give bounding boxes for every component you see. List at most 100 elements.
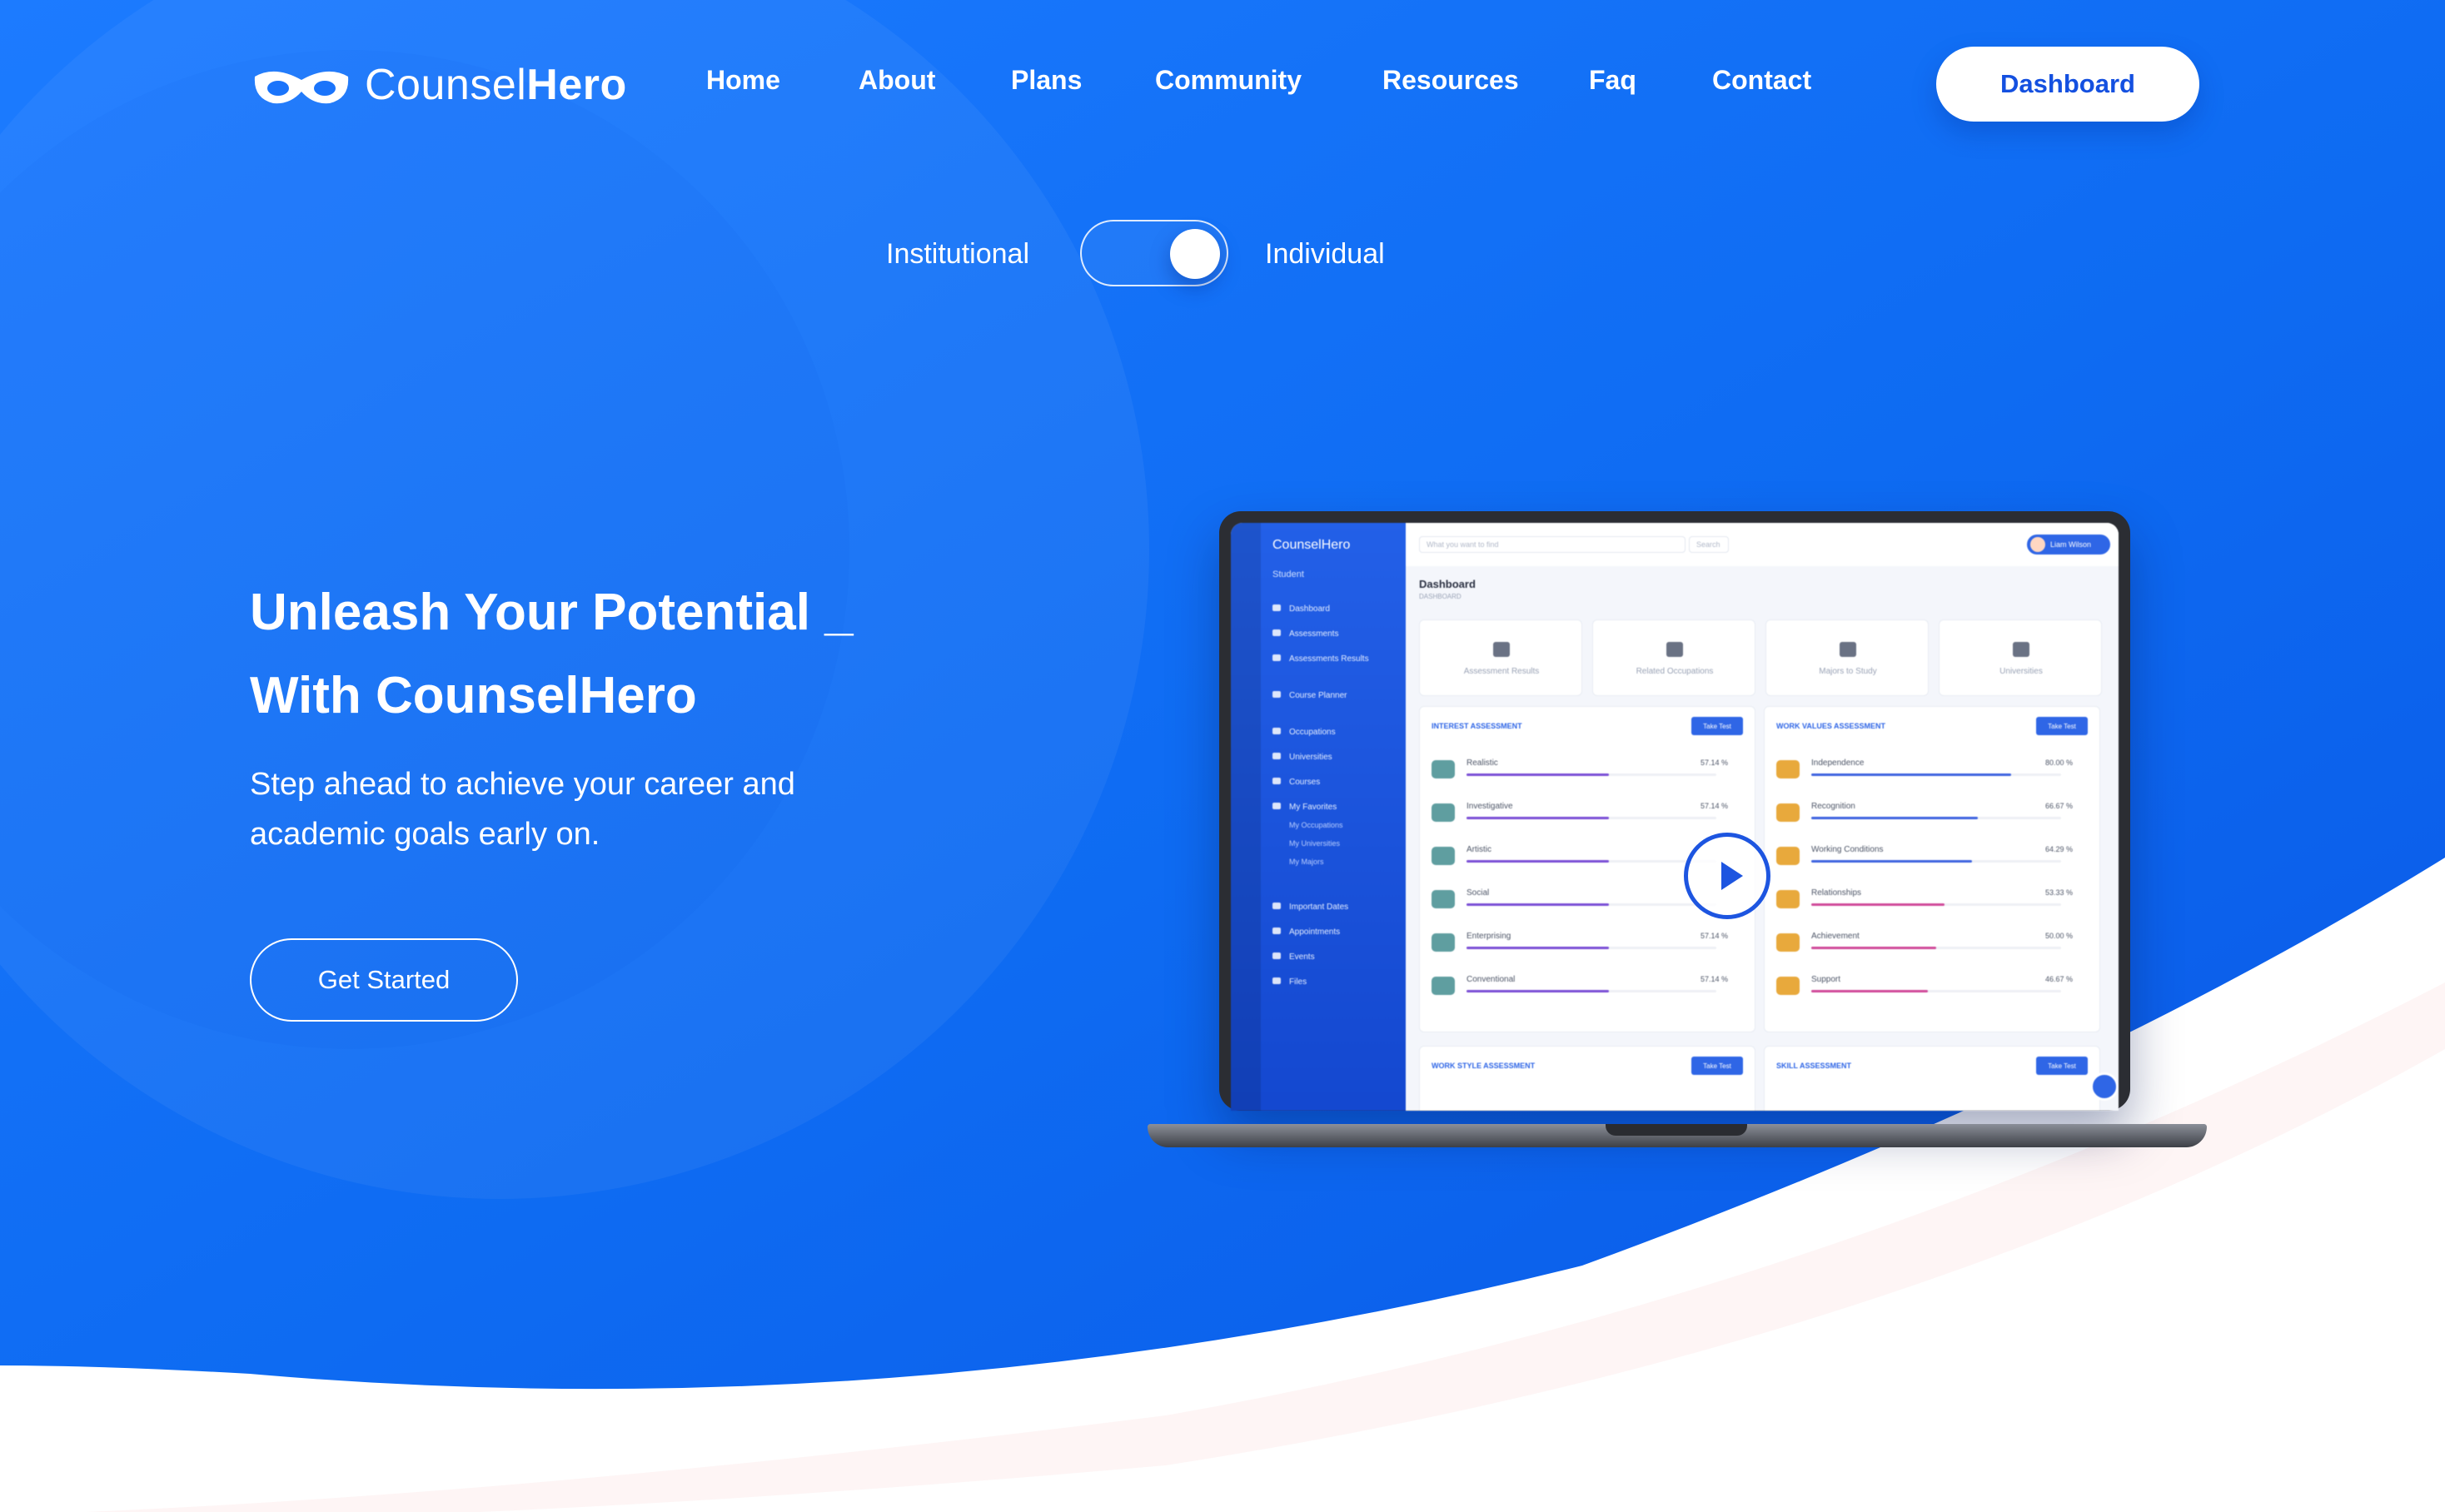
trait-progress-fill bbox=[1467, 947, 1609, 949]
take-test-button: Take Test bbox=[2036, 1057, 2088, 1075]
panel-title: WORK VALUES ASSESSMENT bbox=[1776, 722, 1886, 730]
preview-search-button: Search bbox=[1689, 536, 1729, 553]
preview-side-subitem: My Majors bbox=[1289, 858, 1324, 866]
assessment-row: Conventional 57.14 % bbox=[1432, 975, 1745, 1000]
assessment-row: Investigative 57.14 % bbox=[1432, 802, 1745, 827]
play-video-button[interactable] bbox=[1684, 833, 1770, 919]
toggle-label-individual[interactable]: Individual bbox=[1265, 238, 1385, 271]
trait-value: 66.67 % bbox=[2044, 802, 2073, 810]
assessment-row: Achievement 50.00 % bbox=[1776, 932, 2089, 957]
trait-progress-track bbox=[1467, 817, 1716, 819]
preview-role: Student bbox=[1272, 569, 1304, 579]
trait-name: Achievement bbox=[1811, 932, 1860, 941]
dashboard-button[interactable]: Dashboard bbox=[1936, 47, 2199, 122]
take-test-button: Take Test bbox=[1691, 1057, 1743, 1075]
trait-progress-fill bbox=[1467, 990, 1609, 992]
trait-value: 46.67 % bbox=[2044, 975, 2073, 983]
preview-side-item: Occupations bbox=[1272, 728, 1336, 737]
hero-title-line-1: Unleash Your Potential _ bbox=[250, 584, 854, 641]
stat-label: Universities bbox=[1999, 667, 2043, 676]
preview-side-item: Assessments bbox=[1272, 629, 1338, 639]
panel-title: INTEREST ASSESSMENT bbox=[1432, 722, 1522, 730]
trait-icon bbox=[1432, 890, 1455, 908]
briefcase-icon bbox=[1666, 642, 1683, 657]
laptop-notch bbox=[1606, 1124, 1747, 1136]
assessment-row: Relationships 53.33 % bbox=[1776, 888, 2089, 913]
trait-name: Investigative bbox=[1467, 802, 1513, 811]
trait-progress-track bbox=[1467, 947, 1716, 949]
toggle-label-institutional[interactable]: Institutional bbox=[886, 238, 1029, 271]
trait-progress-track bbox=[1811, 903, 2061, 906]
preview-stat-card: Universities bbox=[1939, 619, 2102, 696]
trait-progress-fill bbox=[1811, 817, 1979, 819]
trait-progress-track bbox=[1467, 773, 1716, 776]
preview-stat-card: Related Occupations bbox=[1592, 619, 1755, 696]
trait-progress-track bbox=[1467, 903, 1716, 906]
trait-name: Working Conditions bbox=[1811, 845, 1884, 854]
preview-side-item: Course Planner bbox=[1272, 691, 1347, 700]
chart-icon bbox=[1493, 642, 1510, 657]
preview-icon-rail bbox=[1231, 523, 1261, 1111]
nav-about[interactable]: About bbox=[859, 65, 935, 96]
trait-name: Realistic bbox=[1467, 758, 1498, 768]
preview-side-item: Dashboard bbox=[1272, 604, 1330, 614]
take-test-button: Take Test bbox=[1691, 717, 1743, 735]
trait-progress-fill bbox=[1467, 817, 1609, 819]
trait-icon bbox=[1432, 847, 1455, 865]
trait-value: 80.00 % bbox=[2044, 758, 2073, 767]
plan-type-toggle-row: Institutional Individual bbox=[0, 220, 2445, 290]
work-style-panel: WORK STYLE ASSESSMENT Take Test bbox=[1419, 1046, 1755, 1111]
university-icon bbox=[2013, 642, 2029, 657]
get-started-button[interactable]: Get Started bbox=[250, 938, 518, 1022]
trait-progress-track bbox=[1467, 860, 1716, 863]
nav-home[interactable]: Home bbox=[706, 65, 780, 96]
nav-contact[interactable]: Contact bbox=[1712, 65, 1811, 96]
preview-side-item: Universities bbox=[1272, 753, 1332, 762]
trait-icon bbox=[1776, 890, 1800, 908]
nav-community[interactable]: Community bbox=[1155, 65, 1302, 96]
trait-value: 57.14 % bbox=[1700, 975, 1728, 983]
preview-side-subitem: My Universities bbox=[1289, 839, 1341, 848]
trait-progress-track bbox=[1811, 817, 2061, 819]
trait-value: 53.33 % bbox=[2044, 888, 2073, 897]
preview-side-item: My Favorites bbox=[1272, 803, 1337, 812]
preview-user-chip: Liam Wilson bbox=[2027, 535, 2110, 555]
assessment-row: Working Conditions 64.29 % bbox=[1776, 845, 2089, 870]
trait-progress-track bbox=[1467, 990, 1716, 992]
trait-name: Recognition bbox=[1811, 802, 1855, 811]
skill-panel: SKILL ASSESSMENT Take Test bbox=[1764, 1046, 2100, 1111]
preview-side-subitem: My Occupations bbox=[1289, 821, 1343, 829]
preview-stat-card: Majors to Study bbox=[1765, 619, 1929, 696]
hero-title-line-2: With CounselHero bbox=[250, 667, 697, 724]
toggle-knob[interactable] bbox=[1170, 229, 1220, 279]
trait-name: Support bbox=[1811, 975, 1841, 984]
brand-logo[interactable]: CounselHero bbox=[250, 60, 627, 110]
nav-faq[interactable]: Faq bbox=[1589, 65, 1636, 96]
trait-value: 50.00 % bbox=[2044, 932, 2073, 940]
panel-title: SKILL ASSESSMENT bbox=[1776, 1062, 1852, 1070]
preview-breadcrumb: DASHBOARD bbox=[1419, 593, 1462, 600]
preview-side-item: Assessments Results bbox=[1272, 654, 1369, 664]
assessment-row: Enterprising 57.14 % bbox=[1432, 932, 1745, 957]
trait-name: Independence bbox=[1811, 758, 1865, 768]
stat-label: Related Occupations bbox=[1636, 667, 1714, 676]
trait-icon bbox=[1776, 760, 1800, 778]
nav-plans[interactable]: Plans bbox=[1011, 65, 1082, 96]
plan-type-toggle[interactable] bbox=[1080, 220, 1228, 286]
nav-resources[interactable]: Resources bbox=[1382, 65, 1519, 96]
dashboard-preview-screen: CounselHero Student Dashboard Assessment… bbox=[1231, 523, 2119, 1111]
assessment-row: Support 46.67 % bbox=[1776, 975, 2089, 1000]
trait-progress-track bbox=[1811, 990, 2061, 992]
stat-label: Majors to Study bbox=[1819, 667, 1877, 676]
trait-icon bbox=[1776, 803, 1800, 822]
trait-value: 57.14 % bbox=[1700, 802, 1728, 810]
trait-progress-track bbox=[1811, 947, 2061, 949]
trait-progress-fill bbox=[1811, 773, 2011, 776]
trait-progress-track bbox=[1811, 773, 2061, 776]
trait-name: Conventional bbox=[1467, 975, 1516, 984]
preview-search-input: What you want to find bbox=[1419, 536, 1686, 553]
trait-icon bbox=[1776, 933, 1800, 952]
trait-icon bbox=[1432, 933, 1455, 952]
preview-side-item: Appointments bbox=[1272, 928, 1340, 937]
assessment-row: Independence 80.00 % bbox=[1776, 758, 2089, 783]
